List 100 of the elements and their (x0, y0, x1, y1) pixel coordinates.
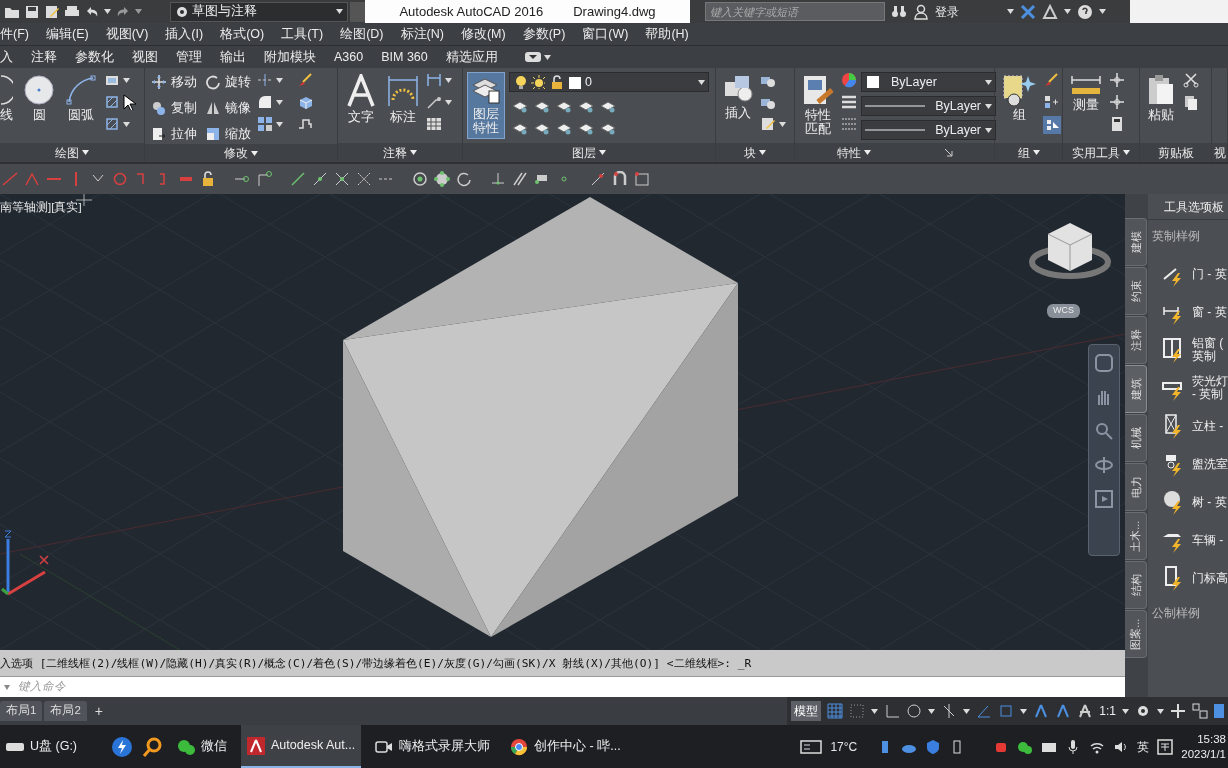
fillet-icon[interactable] (257, 94, 273, 110)
panel-title[interactable]: 块 (744, 143, 756, 162)
caret-icon[interactable] (779, 121, 786, 127)
palette-tab[interactable]: 注释 (1125, 316, 1147, 364)
line-icon[interactable] (290, 171, 306, 187)
palette-tool[interactable]: 荧光灯 - 英制 (1148, 369, 1228, 408)
hardware-icon[interactable] (1192, 703, 1208, 719)
search-field[interactable]: 键入关键字或短语 (705, 2, 885, 21)
caret-icon[interactable] (985, 103, 992, 109)
palette-tab[interactable]: 结构 (1125, 561, 1147, 609)
menu-item[interactable]: 视图(V) (99, 24, 160, 44)
lock-icon[interactable] (200, 171, 216, 187)
caret-icon[interactable] (251, 150, 258, 156)
panel-title[interactable]: 特性 (836, 143, 861, 162)
login-link[interactable]: 登录 (935, 2, 959, 21)
color-wheel-icon[interactable] (841, 72, 857, 88)
taskbar-item[interactable]: 嗨格式录屏大师 (369, 725, 497, 768)
attribute-icon[interactable] (760, 116, 776, 132)
palette-tool[interactable]: 树 - 英 (1148, 483, 1228, 522)
hatch-icon[interactable] (104, 94, 120, 110)
caret-icon[interactable] (985, 127, 992, 133)
panel-title[interactable]: 组 (1017, 143, 1030, 162)
panel-title[interactable]: 绘图 (55, 143, 79, 162)
news-icon[interactable] (800, 738, 823, 755)
menu-item[interactable]: 插入(I) (159, 24, 215, 44)
layout-tab[interactable]: 布局2 (44, 701, 87, 721)
taskbar-item[interactable]: 创作中心 - 哔... (504, 725, 627, 768)
ribbon-tab[interactable]: 参数化 (66, 47, 123, 67)
caret-icon[interactable] (445, 99, 452, 105)
help-icon[interactable] (1077, 3, 1093, 20)
zoom-icon[interactable] (1094, 421, 1114, 441)
point-icon[interactable] (1109, 72, 1125, 88)
palette-tool[interactable]: 门 - 英 (1148, 255, 1228, 294)
quadrant-icon[interactable] (434, 171, 450, 187)
rotate-icon[interactable] (456, 171, 472, 187)
caret-icon[interactable] (963, 708, 971, 714)
caret-icon[interactable] (336, 9, 343, 14)
user-icon[interactable] (913, 3, 929, 20)
caret-icon[interactable] (276, 121, 283, 127)
move[interactable]: 移动 (149, 72, 199, 92)
menu-item[interactable]: 修改(M) (454, 24, 517, 44)
group-select-icon[interactable] (1043, 116, 1061, 134)
line-button[interactable]: 线 (0, 72, 16, 125)
menu-item[interactable]: 工具(T) (275, 24, 335, 44)
lightning-app-icon[interactable] (111, 735, 134, 758)
crosshair-icon[interactable] (1109, 94, 1125, 110)
region-icon[interactable] (104, 116, 120, 132)
caret-icon[interactable] (599, 150, 606, 156)
plus-icon[interactable] (1170, 703, 1186, 719)
caret-icon[interactable] (863, 150, 871, 156)
leader-icon[interactable] (426, 94, 442, 110)
caret-icon[interactable] (123, 77, 130, 83)
menu-item[interactable]: 帮助(H) (639, 24, 700, 44)
caret-icon[interactable] (1122, 708, 1129, 714)
panel-title[interactable]: 图层 (572, 143, 596, 162)
cut-icon[interactable] (1182, 72, 1199, 88)
ribbon-tab[interactable]: BIM 360 (372, 47, 437, 67)
menu-item[interactable]: 件(F) (0, 24, 40, 44)
dimension-button[interactable]: 标注 (384, 72, 422, 127)
copy-icon[interactable] (1182, 94, 1199, 110)
lineweight-icon[interactable] (841, 94, 857, 110)
orbit-icon[interactable] (1094, 455, 1114, 475)
linear-dimension-icon[interactable] (426, 72, 442, 88)
clock-time[interactable]: 15:38 (1197, 732, 1226, 747)
offset-icon[interactable] (297, 116, 313, 132)
menu-item[interactable]: 窗口(W) (576, 24, 640, 44)
line-icon[interactable] (312, 171, 328, 187)
shield-icon[interactable] (925, 738, 942, 755)
dialog-launcher-icon[interactable] (943, 148, 953, 158)
ribbon-tab[interactable]: 入 (0, 47, 22, 67)
palette-tool[interactable]: 盥洗室 (1148, 445, 1228, 484)
caret-icon[interactable] (543, 54, 551, 60)
snap-settings-icon[interactable] (634, 171, 650, 187)
linetype-icon[interactable] (841, 116, 857, 132)
menu-item[interactable]: 绘图(D) (334, 24, 395, 44)
viewport-label[interactable]: 南等轴测][真实] (0, 199, 82, 217)
palette-tab[interactable]: 电力 (1125, 463, 1147, 511)
palette-tab[interactable]: 图案... (1125, 610, 1147, 658)
taskbar-item[interactable]: Autodesk Aut... (241, 725, 362, 768)
paste-button[interactable]: 粘贴 (1144, 72, 1179, 125)
caret-icon[interactable] (104, 9, 111, 14)
cross-icon[interactable] (356, 171, 372, 187)
mirror[interactable]: 镜像 (203, 98, 253, 118)
weather-reading[interactable]: 17°C (830, 737, 858, 756)
ribbon-tab[interactable]: 输出 (211, 47, 255, 67)
caret-icon[interactable] (759, 150, 766, 156)
perpendicular-icon[interactable] (490, 171, 506, 187)
taskbar-item[interactable]: U盘 (G:) (0, 725, 84, 768)
menu-item[interactable]: 参数(P) (516, 24, 577, 44)
palette-tab[interactable]: 约束 (1125, 267, 1147, 315)
annotation-icon[interactable] (1077, 703, 1094, 719)
measure-button[interactable]: 测量 (1067, 72, 1105, 115)
add-layout-button[interactable]: + (88, 700, 109, 722)
group-edit-icon[interactable] (1043, 72, 1059, 88)
triangle-icon[interactable] (1042, 3, 1058, 20)
caret-icon[interactable] (698, 79, 705, 85)
palette-tool[interactable]: 门标高 (1148, 559, 1228, 598)
binoculars-icon[interactable] (891, 3, 907, 20)
palette-tool[interactable]: 铝窗 ( 英制 (1148, 331, 1228, 370)
menu-item[interactable]: 编辑(E) (39, 24, 100, 44)
